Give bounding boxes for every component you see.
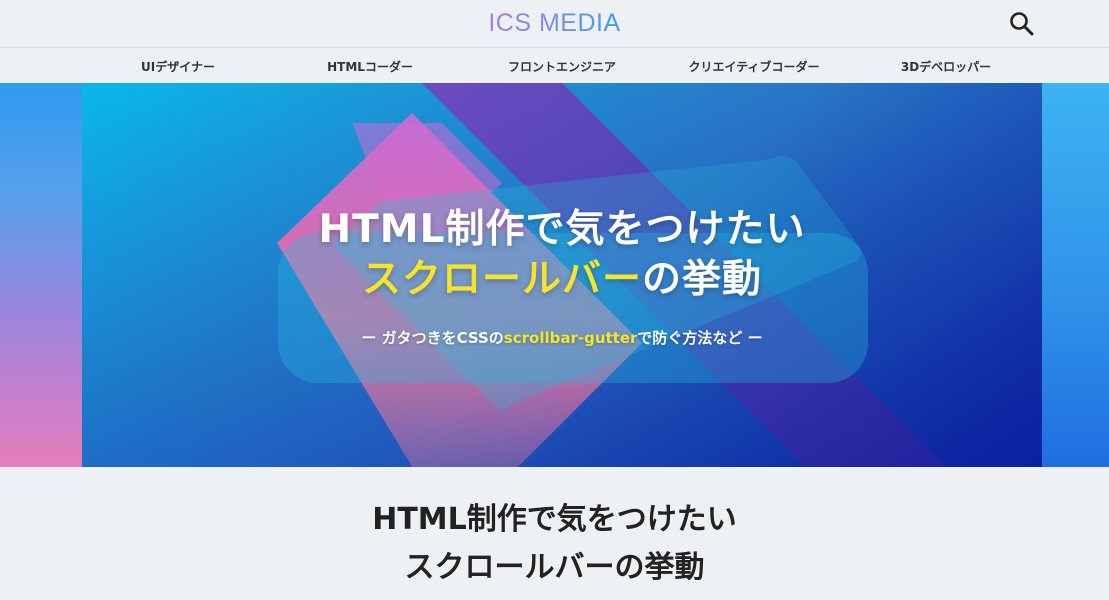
nav-item-html-coder[interactable]: HTMLコーダー: [327, 58, 413, 75]
hero-subtitle-suffix: で防ぐ方法など ー: [637, 329, 763, 347]
hero-image[interactable]: HTML制作で気をつけたい スクロールバーの挙動 ー ガタつきをCSSのscro…: [82, 83, 1042, 467]
nav-item-creative-coder[interactable]: クリエイティブコーダー: [688, 58, 819, 75]
hero-title-line1: HTML制作で気をつけたい: [318, 207, 806, 252]
nav-item-front-engineer[interactable]: フロントエンジニア: [508, 58, 616, 75]
logo-text[interactable]: ICS MEDIA: [488, 9, 620, 37]
hero-banner: HTML制作で気をつけたい スクロールバーの挙動 ー ガタつきをCSSのscro…: [0, 83, 1109, 467]
hero-title-rest: の挙動: [642, 257, 763, 302]
hero-side-left: [0, 83, 82, 467]
category-nav: UIデザイナー HTMLコーダー フロントエンジニア クリエイティブコーダー 3…: [0, 48, 1109, 83]
search-button[interactable]: [1008, 10, 1036, 38]
hero-subtitle-highlight: scrollbar-gutter: [503, 329, 638, 347]
hero-title-highlight: スクロールバー: [361, 257, 642, 302]
search-icon[interactable]: [1008, 10, 1036, 38]
nav-item-ui-designer[interactable]: UIデザイナー: [141, 58, 215, 75]
hero-title-line2: スクロールバーの挙動: [82, 248, 1042, 304]
site-header: ICS MEDIA: [0, 0, 1109, 48]
site-logo[interactable]: ICS MEDIA: [0, 9, 1109, 38]
article-title: HTML制作で気をつけたい スクロールバーの挙動: [0, 496, 1109, 592]
article-title-line1: HTML制作で気をつけたい: [372, 502, 737, 537]
hero-subtitle-prefix: ー ガタつきをCSSの: [361, 329, 504, 347]
article-title-line2: スクロールバーの挙動: [404, 550, 705, 585]
hero-subtitle: ー ガタつきをCSSのscrollbar-gutterで防ぐ方法など ー: [82, 327, 1042, 348]
hero-side-right: [1042, 83, 1109, 467]
nav-item-3d-developer[interactable]: 3Dデベロッパー: [901, 58, 991, 75]
